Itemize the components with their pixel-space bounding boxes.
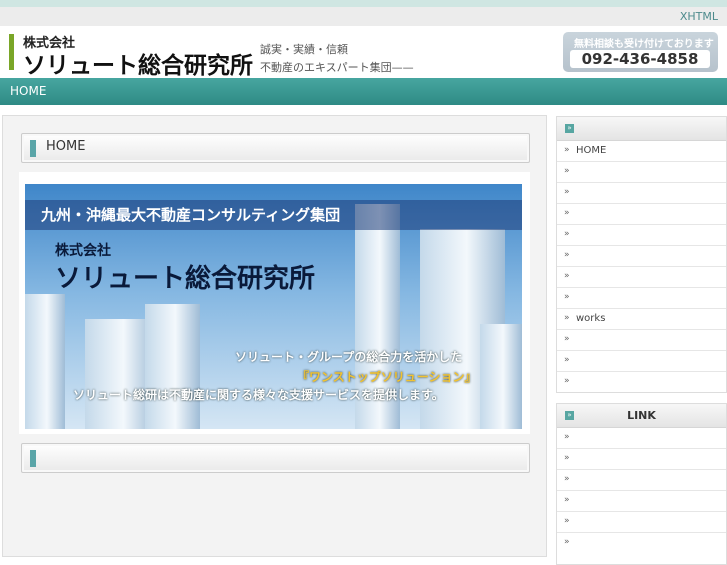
logo-accent-bar — [9, 34, 14, 70]
tagline-expert: 不動産のエキスパート集団—— — [260, 61, 414, 74]
arrow-icon: » — [564, 453, 570, 463]
sidebar-link-item[interactable]: » — [557, 490, 726, 511]
sidebar-link-item[interactable]: » — [557, 469, 726, 490]
sidebar-menu-item[interactable]: » — [557, 224, 726, 245]
sidebar-menu-item[interactable]: » HOME — [557, 141, 726, 161]
top-strip — [0, 0, 727, 7]
hero-company-name: ソリュート総合研究所 — [55, 264, 316, 294]
home-section-header: HOME — [21, 133, 530, 163]
sidebar-menu-item[interactable]: » — [557, 266, 726, 287]
main-nav: HOME — [0, 78, 727, 105]
sidebar-menu-item[interactable]: » — [557, 182, 726, 203]
arrow-icon: » — [564, 355, 570, 365]
arrow-icon: » — [564, 516, 570, 526]
sidebar-menu-item[interactable]: » — [557, 161, 726, 182]
home-section-title: HOME — [46, 139, 86, 154]
arrow-icon: » — [564, 229, 570, 239]
arrow-icon: » — [564, 292, 570, 302]
building-shape — [145, 304, 200, 429]
sidebar-menu-item[interactable]: » — [557, 203, 726, 224]
hero-tagline-2: 『ワンストップソリューション』 — [297, 370, 477, 384]
sidebar-links-header: » LINK — [557, 404, 726, 428]
hero-tagline-3: ソリュート総研は不動産に関する様々な支援サービスを提供します。 — [73, 388, 444, 402]
arrow-icon: » — [564, 495, 570, 505]
arrow-icon: » — [564, 250, 570, 260]
sidebar-menu-item-label[interactable]: works — [576, 313, 605, 324]
arrow-icon: » — [564, 313, 570, 323]
arrow-icon: » — [564, 376, 570, 386]
tagline-values: 誠実・実績・信頼 — [260, 43, 348, 56]
building-shape — [25, 294, 65, 429]
arrow-icon: » — [564, 166, 570, 176]
contact-badge: 無料相談も受け付けております 092-436-4858 — [563, 32, 718, 72]
contact-label: 無料相談も受け付けております — [574, 39, 714, 50]
sidebar-link-list: » » » » » » — [557, 428, 726, 553]
hero-company-type: 株式会社 — [55, 243, 111, 259]
sidebar-links-title: LINK — [627, 409, 656, 422]
nav-home-link[interactable]: HOME — [10, 84, 46, 98]
site-header: 株式会社 ソリュート総合研究所 誠実・実績・信頼 不動産のエキスパート集団—— … — [0, 26, 727, 80]
sidebar-link-item[interactable]: » — [557, 428, 726, 448]
sidebar-menu-item[interactable]: » works — [557, 308, 726, 329]
sidebar-links: » LINK » » » » » » — [556, 403, 727, 565]
arrow-icon: » — [564, 187, 570, 197]
arrow-icon: » — [564, 432, 570, 442]
hero-banner-text: 九州・沖縄最大不動産コンサルティング集団 — [41, 206, 341, 224]
contact-phone-number: 092-436-4858 — [570, 50, 710, 68]
arrow-icon: » — [564, 271, 570, 281]
sidebar-menu: » » HOME » » » » » » » » works » » » — [556, 116, 727, 393]
sidebar-menu-list: » HOME » » » » » » » » works » » » — [557, 141, 726, 392]
sidebar-menu-header: » — [557, 117, 726, 141]
hero-container: 九州・沖縄最大不動産コンサルティング集団 株式会社 ソリュート総合研究所 ソリュ… — [19, 172, 530, 434]
building-shape — [480, 324, 522, 429]
sidebar-menu-item[interactable]: » — [557, 350, 726, 371]
sidebar-link-item[interactable]: » — [557, 511, 726, 532]
sidebar-link-item[interactable]: » — [557, 532, 726, 553]
arrow-icon: » — [564, 334, 570, 344]
hero-image: 九州・沖縄最大不動産コンサルティング集団 株式会社 ソリュート総合研究所 ソリュ… — [25, 184, 522, 429]
top-bar: XHTML — [0, 7, 727, 26]
sidebar-menu-item[interactable]: » — [557, 287, 726, 308]
logo-company-name[interactable]: ソリュート総合研究所 — [23, 46, 253, 80]
sidebar-link-item[interactable]: » — [557, 448, 726, 469]
arrow-icon: » — [564, 145, 570, 155]
sidebar-menu-item[interactable]: » — [557, 371, 726, 392]
hero-banner: 九州・沖縄最大不動産コンサルティング集団 — [25, 200, 522, 230]
section-marker — [30, 450, 36, 467]
arrow-icon: » — [564, 208, 570, 218]
arrow-icon: » — [564, 474, 570, 484]
section-marker — [30, 140, 36, 157]
sidebar-menu-item[interactable]: » — [557, 329, 726, 350]
arrow-icon: » — [564, 537, 570, 547]
sidebar-menu-item[interactable]: » — [557, 245, 726, 266]
sidebar-menu-item-label[interactable]: HOME — [576, 145, 606, 156]
double-chevron-icon: » — [565, 124, 574, 133]
xhtml-link[interactable]: XHTML — [680, 10, 718, 23]
secondary-section-header — [21, 443, 530, 473]
main-content: HOME 九州・沖縄最大不動産コンサルティング集団 株式会社 ソリュート総合研究… — [2, 115, 547, 557]
hero-tagline-1: ソリュート・グループの総合力を活かした — [235, 350, 463, 364]
